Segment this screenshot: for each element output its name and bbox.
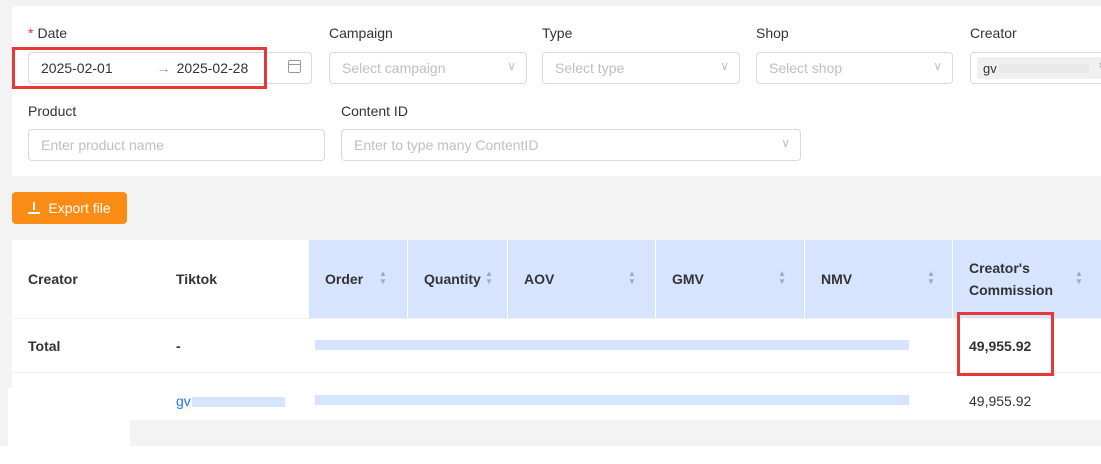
shop-label: Shop — [756, 25, 789, 41]
type-label: Type — [542, 25, 573, 41]
table-row-total: Total - 49,955.92 — [12, 318, 1101, 372]
sort-icon[interactable]: ▲ ▼ — [485, 270, 493, 286]
required-marker: * — [28, 25, 34, 41]
shop-select[interactable]: Select shop ∨ — [756, 52, 953, 84]
column-header-nmv[interactable]: NMV ▲ ▼ — [805, 240, 953, 318]
download-icon — [28, 202, 41, 214]
column-header-tiktok: Tiktok — [160, 240, 309, 318]
filter-panel: * Date 2025-02-01 → 2025-02-28 Campaign S… — [12, 6, 1101, 176]
column-header-quantity[interactable]: Quantity ▲ ▼ — [408, 240, 508, 318]
product-input[interactable]: Enter product name — [28, 129, 325, 161]
sort-icon[interactable]: ▲ ▼ — [379, 270, 387, 286]
column-header-creator-commission[interactable]: Creator's Commission ▲ ▼ — [953, 240, 1101, 318]
table-row: gv 49,955.92 — [12, 372, 1101, 420]
page-bottom — [0, 446, 1101, 464]
report-table: Creator Tiktok Order ▲ ▼ Quantity ▲ ▼ AOV ▲ ▼ … — [12, 240, 1101, 420]
content-id-select[interactable]: Enter to type many ContentID ∨ — [341, 129, 801, 161]
campaign-label: Campaign — [329, 25, 393, 41]
campaign-select[interactable]: Select campaign ∨ — [329, 52, 527, 84]
chevron-down-icon: ∨ — [720, 59, 729, 73]
redacted-text — [999, 64, 1089, 73]
total-label: Total — [28, 338, 61, 354]
sort-icon[interactable]: ▲ ▼ — [778, 270, 786, 286]
content-id-label: Content ID — [341, 103, 408, 119]
redacted-tiktok — [192, 397, 285, 407]
redacted-values — [315, 340, 909, 350]
redacted-values — [315, 395, 909, 405]
creator-label: Creator — [970, 25, 1017, 41]
chevron-down-icon: ∨ — [781, 136, 790, 150]
export-file-button[interactable]: Export file — [12, 192, 127, 224]
column-header-aov[interactable]: AOV ▲ ▼ — [508, 240, 656, 318]
sort-icon[interactable]: ▲ ▼ — [628, 270, 636, 286]
product-label: Product — [28, 103, 77, 119]
creator-tag: gv × — [977, 57, 1101, 79]
column-header-creator: Creator — [12, 240, 160, 318]
type-select[interactable]: Select type ∨ — [542, 52, 740, 84]
creator-select[interactable]: gv × — [970, 52, 1101, 84]
date-highlight — [12, 47, 267, 89]
calendar-icon[interactable] — [288, 60, 301, 73]
sort-icon[interactable]: ▲ ▼ — [1075, 270, 1083, 286]
redaction-cover — [8, 388, 130, 446]
commission-highlight — [957, 312, 1054, 376]
total-tiktok: - — [176, 338, 181, 354]
column-header-order[interactable]: Order ▲ ▼ — [309, 240, 408, 318]
sort-icon[interactable]: ▲ ▼ — [927, 270, 935, 286]
date-label: * Date — [28, 25, 68, 41]
chevron-down-icon: ∨ — [933, 59, 942, 73]
row-commission: 49,955.92 — [969, 393, 1032, 409]
column-header-gmv[interactable]: GMV ▲ ▼ — [656, 240, 805, 318]
chevron-down-icon: ∨ — [507, 59, 516, 73]
tiktok-link[interactable]: gv — [176, 393, 191, 409]
